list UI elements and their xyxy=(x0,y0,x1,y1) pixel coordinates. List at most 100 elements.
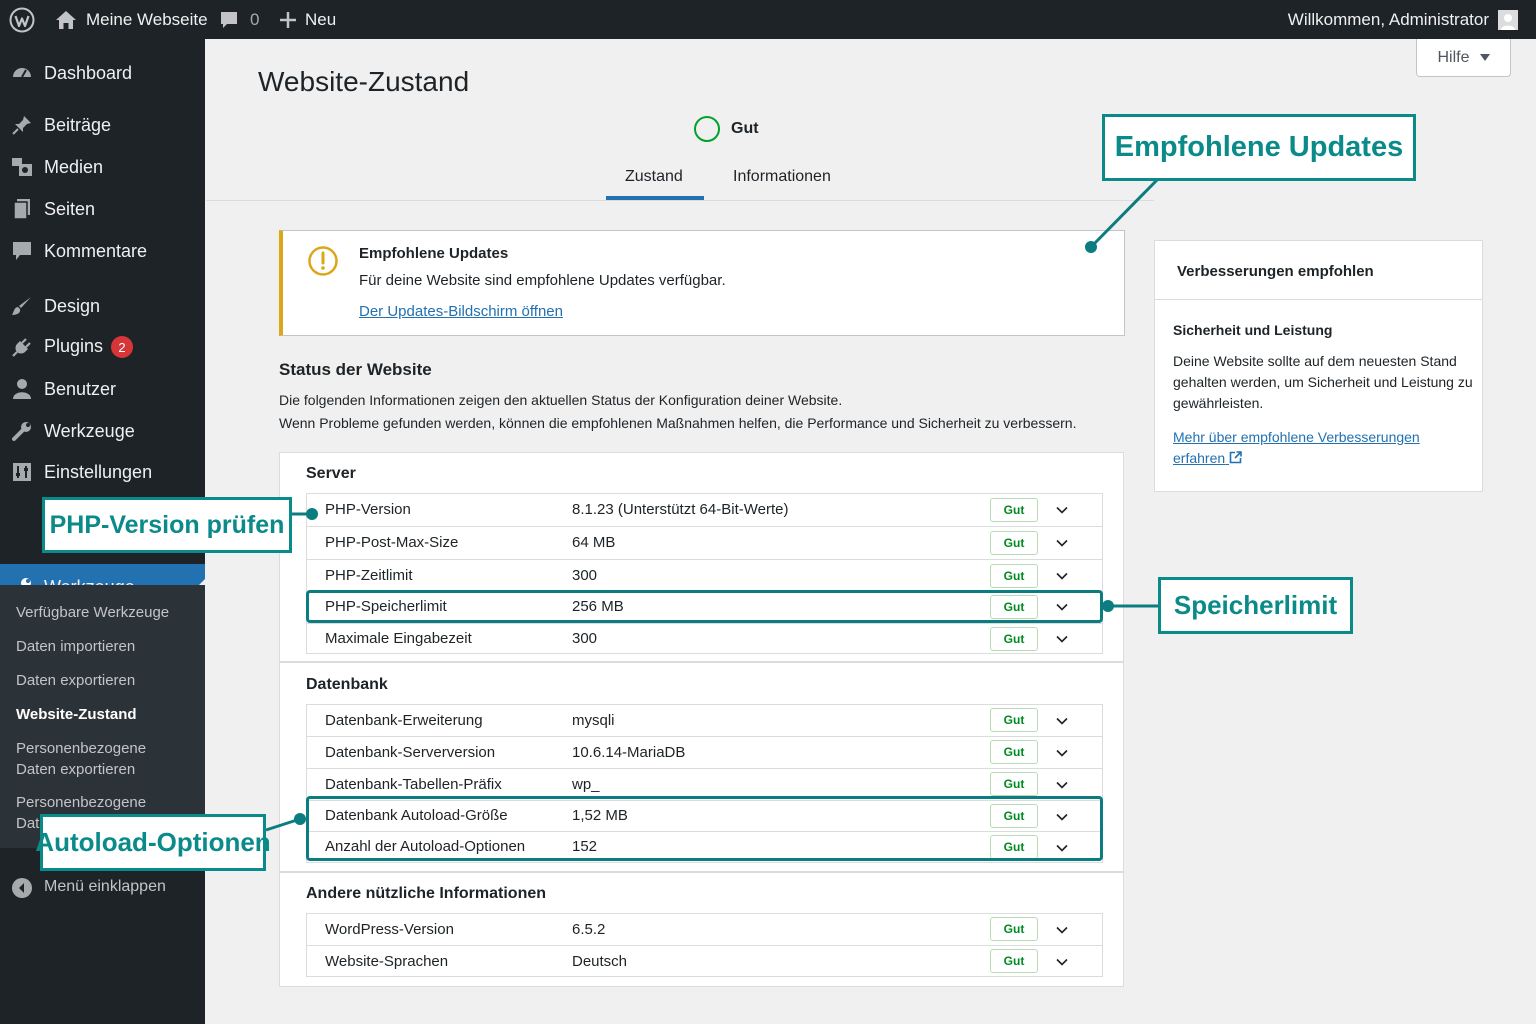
sidebar-item-label: Beiträge xyxy=(44,114,112,135)
submenu-item-daten-exportieren[interactable]: Daten exportieren xyxy=(16,670,135,691)
sidebar-item-benutzer[interactable]: Benutzer xyxy=(0,371,205,407)
row-value: 300 xyxy=(572,630,598,647)
wordpress-logo-icon[interactable] xyxy=(8,0,36,39)
collapse-label: Menü einklappen xyxy=(44,878,166,895)
status-badge: Gut xyxy=(990,498,1038,522)
sidebar-item-label: Dashboard xyxy=(44,62,133,83)
sidebar-item-werkzeuge[interactable]: Werkzeuge xyxy=(0,413,205,449)
external-link-icon xyxy=(1229,451,1242,464)
server-section: Server PHP-Version 8.1.23 (Unterstützt 6… xyxy=(279,452,1124,662)
table-row[interactable]: Website-Sprachen Deutsch Gut xyxy=(307,946,1102,976)
sidebar-item-label: Design xyxy=(44,295,101,316)
chevron-down-icon[interactable] xyxy=(1055,746,1069,760)
chevron-down-icon[interactable] xyxy=(1055,503,1069,517)
status-badge: Gut xyxy=(990,531,1038,555)
help-button[interactable]: Hilfe xyxy=(1416,39,1511,77)
section-title: Server xyxy=(306,465,356,482)
chevron-down-icon[interactable] xyxy=(1055,923,1069,937)
sidebar-item-label: Einstellungen xyxy=(44,461,153,482)
table-row[interactable]: PHP-Zeitlimit 300 Gut xyxy=(307,560,1102,592)
other-info-table: WordPress-Version 6.5.2 Gut Website-Spra… xyxy=(306,913,1103,977)
chevron-down-icon[interactable] xyxy=(1055,714,1069,728)
site-name-link[interactable]: Meine Webseite xyxy=(55,0,208,39)
plug-icon xyxy=(11,336,33,358)
other-info-section: Andere nützliche Informationen WordPress… xyxy=(279,872,1124,987)
table-row[interactable]: Datenbank-Erweiterung mysqli Gut xyxy=(307,705,1102,737)
sidebar-item-kommentare[interactable]: Kommentare xyxy=(0,233,205,269)
submenu-item-website-zustand[interactable]: Website-Zustand xyxy=(16,704,137,725)
sidebar-item-design[interactable]: Design xyxy=(0,288,205,324)
comments-link[interactable]: 0 xyxy=(219,0,259,39)
chevron-down-icon[interactable] xyxy=(1055,569,1069,583)
help-label: Hilfe xyxy=(1437,48,1470,66)
submenu-item-verfuegbare-werkzeuge[interactable]: Verfügbare Werkzeuge xyxy=(16,602,169,623)
status-intro-2: Wenn Probleme gefunden werden, können di… xyxy=(279,415,1077,431)
notice-title: Empfohlene Updates xyxy=(359,245,509,262)
comment-icon xyxy=(11,240,33,262)
sidebar-item-dashboard[interactable]: Dashboard xyxy=(0,55,205,91)
plugins-update-badge: 2 xyxy=(111,336,134,359)
row-key: Maximale Eingabezeit xyxy=(325,630,472,647)
callout-empfohlene-updates: Empfohlene Updates xyxy=(1102,114,1416,181)
table-row[interactable]: Datenbank-Serverversion 10.6.14-MariaDB … xyxy=(307,737,1102,769)
collapse-arrow-icon xyxy=(11,877,33,899)
admin-bar: Meine Webseite 0 Neu Willkommen, Adminis… xyxy=(0,0,1536,39)
table-row[interactable]: PHP-Post-Max-Size 64 MB Gut xyxy=(307,527,1102,560)
submenu-item-personenbezogene-daten-exportieren[interactable]: Personenbezogene Daten exportieren xyxy=(16,738,166,780)
improvements-text: Deine Website sollte auf dem neuesten St… xyxy=(1173,353,1473,411)
chevron-down-icon[interactable] xyxy=(1055,632,1069,646)
settings-icon xyxy=(11,461,33,483)
sidebar-item-einstellungen[interactable]: Einstellungen xyxy=(0,454,205,490)
collapse-menu-button[interactable]: Menü einklappen xyxy=(0,872,205,904)
sidebar-item-label: Plugins xyxy=(44,335,104,356)
updates-screen-link[interactable]: Der Updates-Bildschirm öffnen xyxy=(359,303,563,320)
improvements-subtitle: Sicherheit und Leistung xyxy=(1173,322,1333,338)
improvements-card-header: Verbesserungen empfohlen xyxy=(1155,241,1482,300)
score-label: Gut xyxy=(731,120,759,137)
header-divider xyxy=(206,200,1154,201)
table-row[interactable]: WordPress-Version 6.5.2 Gut xyxy=(307,914,1102,946)
sidebar-item-plugins[interactable]: Plugins 2 xyxy=(0,329,205,365)
notice-description: Für deine Website sind empfohlene Update… xyxy=(359,272,726,289)
row-value: wp_ xyxy=(572,776,600,793)
account-menu[interactable]: Willkommen, Administrator xyxy=(1288,0,1518,39)
sidebar-item-medien[interactable]: Medien xyxy=(0,149,205,185)
score-ring-icon xyxy=(694,116,720,142)
row-key: Datenbank-Serverversion xyxy=(325,744,496,761)
status-badge: Gut xyxy=(990,949,1038,973)
row-key: PHP-Version xyxy=(325,501,411,518)
table-row[interactable]: Maximale Eingabezeit 300 Gut xyxy=(307,624,1102,654)
row-value: 8.1.23 (Unterstützt 64-Bit-Werte) xyxy=(572,501,789,518)
sidebar-item-beitraege[interactable]: Beiträge xyxy=(0,107,205,143)
sidebar-item-seiten[interactable]: Seiten xyxy=(0,191,205,227)
row-key: Datenbank-Erweiterung xyxy=(325,712,483,729)
recommended-updates-notice: Empfohlene Updates Für deine Website sin… xyxy=(279,230,1125,336)
row-key: WordPress-Version xyxy=(325,921,454,938)
comments-count: 0 xyxy=(250,9,260,29)
improvements-card-title: Verbesserungen empfohlen xyxy=(1177,263,1374,280)
row-key: PHP-Zeitlimit xyxy=(325,567,413,584)
learn-more-link[interactable]: Mehr über empfohlene Verbesserungen erfa… xyxy=(1173,427,1473,469)
welcome-text: Willkommen, Administrator xyxy=(1287,9,1489,29)
chevron-down-icon[interactable] xyxy=(1055,778,1069,792)
chevron-down-icon[interactable] xyxy=(1055,955,1069,969)
sidebar-item-label: Seiten xyxy=(44,198,96,219)
submenu-item-daten-importieren[interactable]: Daten importieren xyxy=(16,636,135,657)
row-value: 10.6.14-MariaDB xyxy=(572,744,686,761)
status-intro-1: Die folgenden Informationen zeigen den a… xyxy=(279,392,843,408)
row-value: 6.5.2 xyxy=(572,921,606,938)
chevron-down-icon[interactable] xyxy=(1055,536,1069,550)
tab-informationen[interactable]: Informationen xyxy=(733,168,831,186)
plus-icon xyxy=(279,11,297,29)
row-key: Website-Sprachen xyxy=(325,953,449,970)
status-badge: Gut xyxy=(990,708,1038,732)
tab-zustand[interactable]: Zustand xyxy=(625,168,683,186)
row-key: PHP-Post-Max-Size xyxy=(325,534,459,551)
health-score: Gut xyxy=(694,116,759,142)
row-value: 64 MB xyxy=(572,534,616,551)
row-key: Datenbank-Tabellen-Präfix xyxy=(325,776,502,793)
table-row[interactable]: PHP-Version 8.1.23 (Unterstützt 64-Bit-W… xyxy=(307,494,1102,527)
status-badge: Gut xyxy=(990,772,1038,796)
page-title: Website-Zustand xyxy=(258,66,470,97)
new-content-link[interactable]: Neu xyxy=(279,0,336,39)
